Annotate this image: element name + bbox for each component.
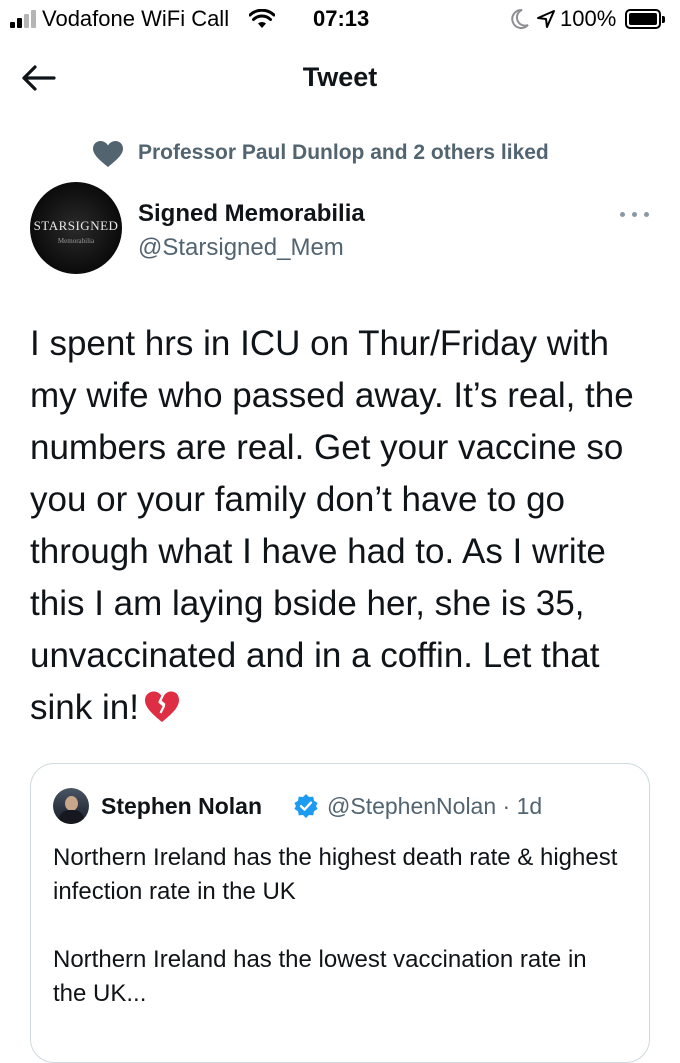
broken-heart-icon — [144, 691, 179, 722]
more-dot-icon — [644, 212, 649, 217]
quoted-tweet-meta: @StephenNolan · 1d — [327, 791, 542, 821]
clock: 07:13 — [313, 6, 370, 31]
more-dot-icon — [620, 212, 625, 217]
quoted-author-handle: @StephenNolan — [327, 793, 497, 819]
author-avatar[interactable]: STARSIGNED Memorabilia — [30, 182, 122, 274]
carrier-label: Vodafone WiFi Call — [42, 6, 230, 31]
battery-icon — [625, 9, 665, 29]
avatar-logo-subtitle: Memorabilia — [57, 237, 95, 245]
quoted-author-avatar[interactable] — [53, 788, 89, 824]
quoted-paragraph-2: Northern Ireland has the lowest vaccinat… — [53, 946, 587, 1007]
battery-percentage: 100% — [560, 6, 617, 31]
author-name[interactable]: Signed Memorabilia — [138, 199, 365, 229]
signal-strength-icon — [10, 10, 40, 28]
social-context-label: Professor Paul Dunlop and 2 others liked — [138, 141, 549, 164]
tweet-body: I spent hrs in ICU on Thur/Friday with m… — [30, 324, 634, 727]
tweet-text: I spent hrs in ICU on Thur/Friday with m… — [30, 318, 660, 734]
quoted-author-name: Stephen Nolan — [101, 793, 263, 819]
verified-badge-icon — [294, 794, 318, 818]
avatar-logo: STARSIGNED — [33, 218, 119, 233]
location-arrow-icon — [537, 10, 555, 28]
heart-icon — [93, 141, 123, 167]
author-handle[interactable]: @Starsigned_Mem — [138, 233, 344, 263]
meta-separator: · — [502, 793, 511, 819]
quoted-tweet-text: Northern Ireland has the highest death r… — [53, 841, 623, 1011]
more-options-button[interactable] — [618, 204, 652, 224]
page-title: Tweet — [302, 62, 378, 92]
quoted-tweet-age: 1d — [516, 793, 543, 819]
status-bar: Vodafone WiFi Call 07:13 100% — [0, 0, 680, 38]
quoted-paragraph-1: Northern Ireland has the highest death r… — [53, 844, 618, 905]
wifi-icon — [249, 9, 275, 28]
quoted-tweet-card[interactable]: Stephen Nolan @StephenNolan · 1d Norther… — [30, 763, 650, 1063]
moon-icon — [511, 8, 529, 29]
more-dot-icon — [632, 212, 637, 217]
